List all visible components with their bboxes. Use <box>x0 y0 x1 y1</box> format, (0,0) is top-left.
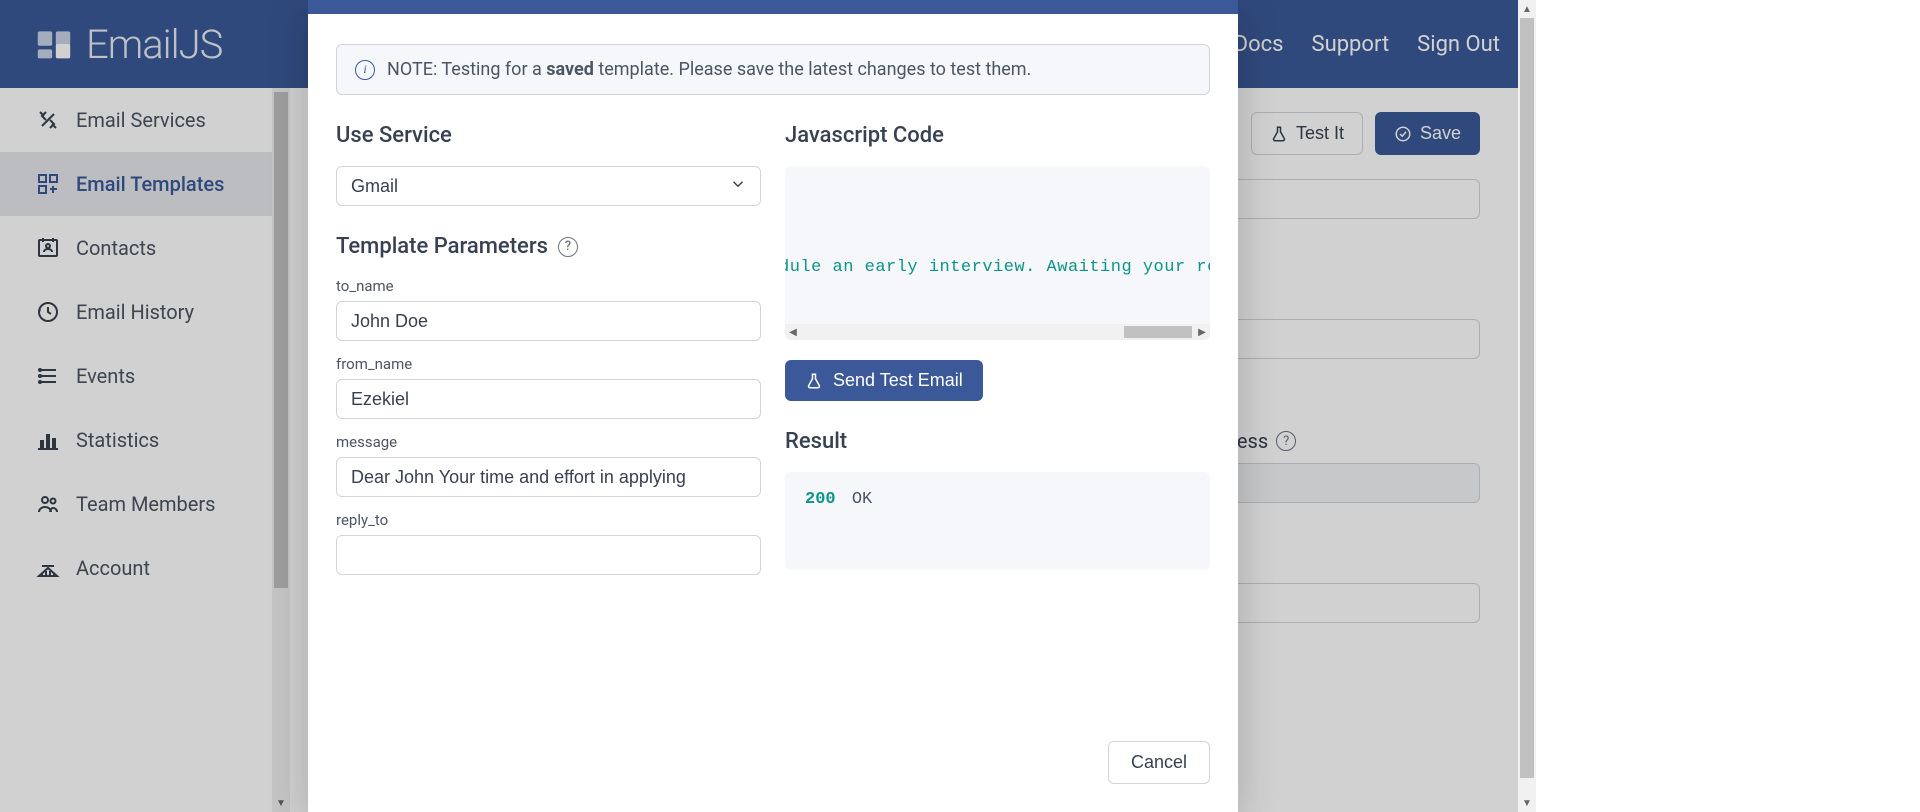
param-label-reply-to: reply_to <box>336 511 761 529</box>
template-params-title: Template Parameters ? <box>336 234 761 259</box>
result-title: Result <box>785 429 1210 454</box>
help-icon[interactable]: ? <box>558 237 578 257</box>
send-test-email-button[interactable]: Send Test Email <box>785 360 983 401</box>
message-input[interactable] <box>336 457 761 497</box>
flask-icon <box>805 372 823 390</box>
page-scrollbar[interactable]: ▲ ▼ <box>1518 0 1536 812</box>
note-text: NOTE: Testing for a saved template. Plea… <box>387 59 1031 80</box>
note-banner: i NOTE: Testing for a saved template. Pl… <box>336 44 1210 95</box>
use-service-title: Use Service <box>336 123 761 148</box>
result-box: 200 OK <box>785 472 1210 570</box>
result-status-code: 200 <box>805 490 836 509</box>
scroll-left-icon[interactable]: ◀ <box>785 324 801 340</box>
param-label-to-name: to_name <box>336 277 761 295</box>
cancel-button[interactable]: Cancel <box>1108 741 1210 784</box>
code-horizontal-scrollbar[interactable]: ◀ ▶ <box>785 324 1210 340</box>
modal-footer: Cancel <box>308 721 1238 812</box>
reply-to-input[interactable] <box>336 535 761 575</box>
from-name-input[interactable] <box>336 379 761 419</box>
code-text: dule an early interview. Awaiting your r… <box>785 258 1210 277</box>
info-icon: i <box>355 60 375 80</box>
test-email-modal: i NOTE: Testing for a saved template. Pl… <box>308 0 1238 812</box>
js-code-title: Javascript Code <box>785 123 1210 148</box>
right-column: Javascript Code dule an early interview.… <box>785 123 1210 575</box>
result-status-text: OK <box>852 490 872 509</box>
code-preview[interactable]: dule an early interview. Awaiting your r… <box>785 166 1210 340</box>
to-name-input[interactable] <box>336 301 761 341</box>
modal-titlebar <box>308 0 1238 14</box>
service-select[interactable]: Gmail <box>336 166 761 206</box>
left-column: Use Service Gmail Template Parameters ? … <box>336 123 761 575</box>
scroll-right-icon[interactable]: ▶ <box>1194 324 1210 340</box>
param-label-message: message <box>336 433 761 451</box>
param-label-from-name: from_name <box>336 355 761 373</box>
